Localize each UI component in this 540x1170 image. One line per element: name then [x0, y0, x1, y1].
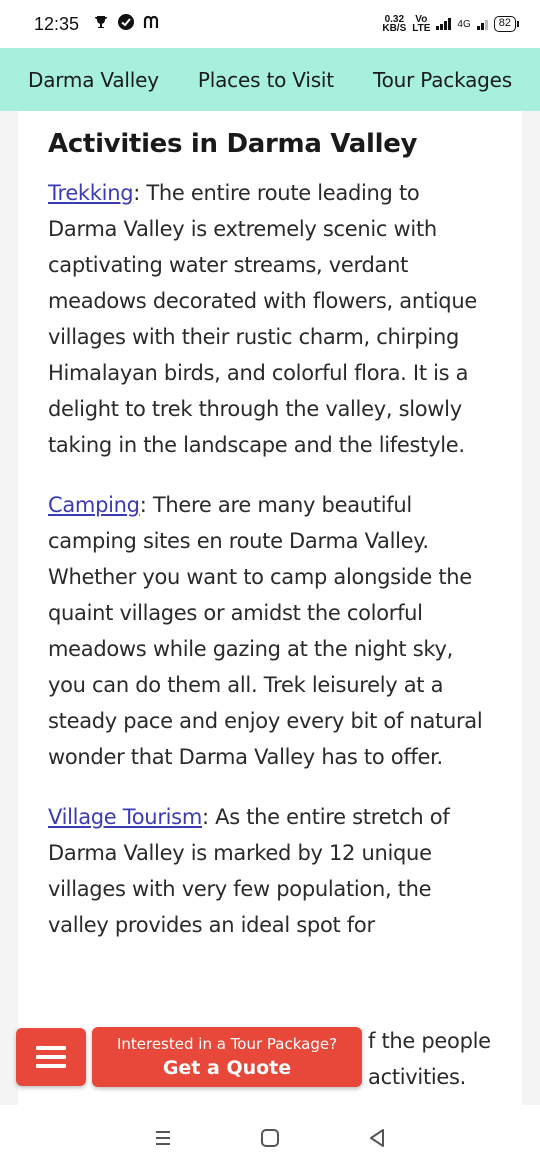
activity-paragraph-village-tourism: Village Tourism: As the entire stretch o…: [48, 799, 492, 943]
nav-tour-packages[interactable]: Tour Packages: [373, 68, 512, 92]
signal-icon-2: [476, 18, 488, 30]
trekking-text: : The entire route leading to Darma Vall…: [48, 181, 477, 457]
article-card: Activities in Darma Valley Trekking: The…: [18, 111, 522, 1105]
system-nav-bar: [0, 1105, 540, 1170]
volte-indicator: Vo LTE: [412, 15, 431, 34]
battery-icon: 82: [493, 16, 520, 32]
lte-label: LTE: [412, 23, 431, 34]
camping-link[interactable]: Camping: [48, 493, 140, 517]
activity-paragraph-camping: Camping: There are many beautiful campin…: [48, 487, 492, 775]
get-quote-button[interactable]: Interested in a Tour Package? Get a Quot…: [92, 1027, 362, 1087]
camping-text: : There are many beautiful camping sites…: [48, 493, 483, 769]
net-speed: 0.32 KB/S: [382, 15, 407, 34]
hamburger-menu-icon: [36, 1041, 66, 1073]
menu-button[interactable]: [16, 1028, 86, 1086]
occluded-text: f the people activities.: [368, 1029, 491, 1089]
circle-check-icon: [117, 13, 135, 36]
village-tourism-link[interactable]: Village Tourism: [48, 805, 202, 829]
back-icon[interactable]: [362, 1123, 392, 1153]
network-label: 4G: [457, 18, 471, 30]
recents-icon[interactable]: [148, 1123, 178, 1153]
trophy-icon: [93, 14, 109, 35]
nav-darma-valley[interactable]: Darma Valley: [28, 68, 159, 92]
battery-level: 82: [498, 17, 511, 29]
trekking-link[interactable]: Trekking: [48, 181, 134, 205]
home-icon[interactable]: [255, 1123, 285, 1153]
activity-paragraph-trekking: Trekking: The entire route leading to Da…: [48, 175, 492, 463]
article-heading: Activities in Darma Valley: [48, 129, 418, 159]
status-bar: 12:35 0.32 KB/S Vo LTE 4G 82: [0, 0, 540, 48]
notification-icons: [93, 13, 161, 36]
status-time: 12:35: [34, 13, 80, 34]
signal-icon: [436, 18, 452, 30]
top-nav: Darma Valley Places to Visit Tour Packag…: [0, 48, 540, 111]
nav-places-to-visit[interactable]: Places to Visit: [198, 68, 334, 92]
quote-subtitle: Interested in a Tour Package?: [116, 1035, 338, 1053]
status-right: 0.32 KB/S Vo LTE 4G 82: [382, 15, 520, 34]
quote-title: Get a Quote: [162, 1057, 292, 1079]
m-app-icon: [143, 14, 161, 35]
net-speed-unit: KB/S: [382, 23, 407, 34]
